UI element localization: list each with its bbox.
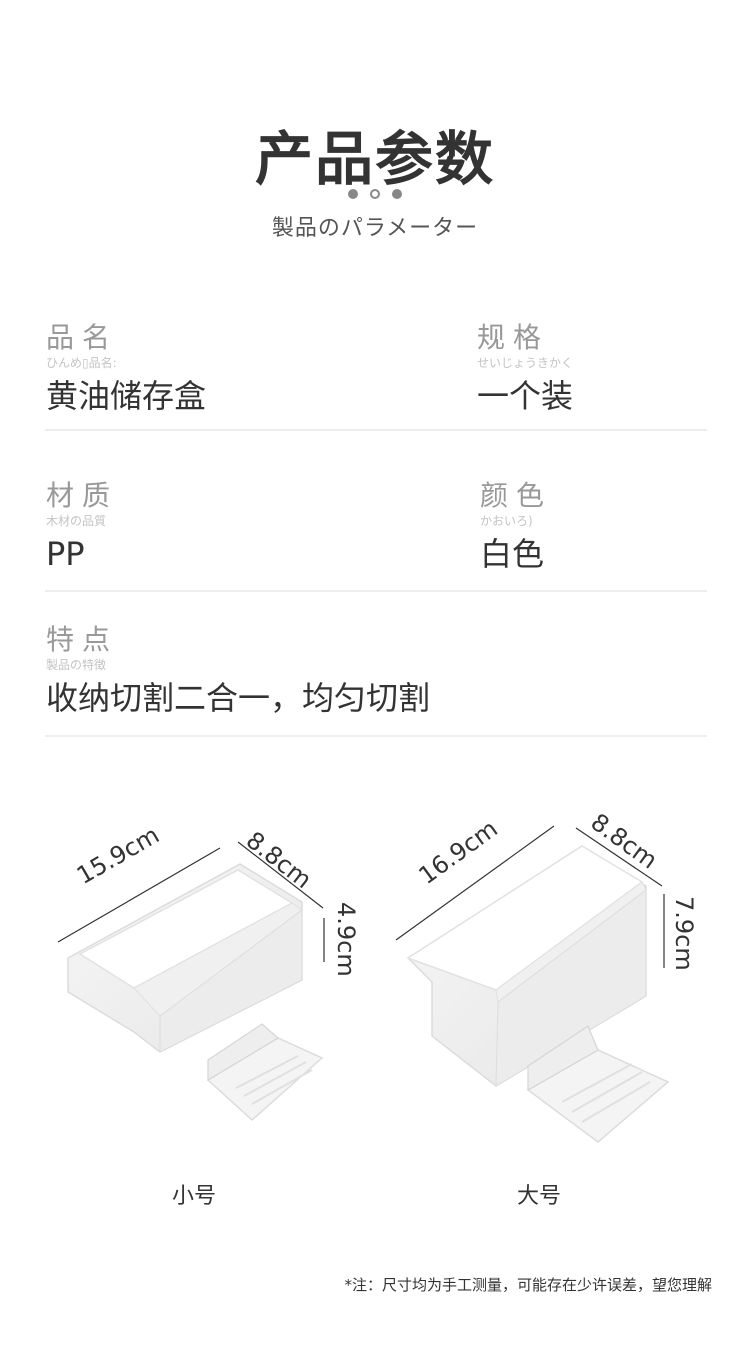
dot-3 [392, 189, 402, 199]
title-dots [0, 189, 750, 199]
param-spec-value: 一个装 [477, 377, 574, 415]
dot-2 [370, 189, 380, 199]
small-height: 4.9cm [332, 902, 360, 977]
param-material-value: PP [46, 535, 85, 573]
param-spec-label: 规格 [477, 321, 550, 354]
param-feature: 特点 製品の特徴 收纳切割二合一，均匀切割 [46, 624, 430, 718]
param-spec: 规格 せいじょうきかく 一个装 [477, 322, 573, 416]
param-color-label: 颜色 [480, 479, 553, 512]
param-color-value: 白色 [480, 535, 545, 573]
small-product-image [57, 841, 325, 1122]
page-title: 产品参数 [254, 125, 495, 193]
page-subtitle: 製品のパラメーター [271, 216, 479, 241]
small-caption: 小号 [172, 1184, 217, 1209]
divider-1 [45, 429, 707, 431]
param-name-kana: ひんめ▯品名: [46, 356, 117, 370]
param-name: 品名 ひんめ▯品名: 黄油储存盒 [46, 322, 206, 416]
param-name-value: 黄油储存盒 [46, 377, 207, 415]
param-feature-kana: 製品の特徴 [46, 658, 107, 672]
footnote: *注：尺寸均为手工测量，可能存在少许误差，望您理解 [344, 1276, 712, 1294]
param-spec-kana: せいじょうきかく [477, 356, 574, 370]
param-name-label: 品名 [46, 321, 119, 354]
param-material-kana: 木材の品質 [46, 514, 107, 528]
param-feature-value: 收纳切割二合一，均匀切割 [46, 679, 431, 717]
param-material: 材质 木材の品質 PP [46, 480, 118, 574]
divider-2 [45, 590, 707, 592]
dot-1 [348, 189, 358, 199]
param-feature-label: 特点 [46, 623, 119, 656]
divider-3 [45, 735, 707, 737]
large-height: 7.9cm [670, 896, 698, 971]
param-material-label: 材质 [46, 479, 119, 512]
large-caption: 大号 [517, 1184, 562, 1209]
param-color-kana: かおいろ) [480, 514, 533, 528]
param-color: 颜色 かおいろ) 白色 [480, 480, 552, 574]
